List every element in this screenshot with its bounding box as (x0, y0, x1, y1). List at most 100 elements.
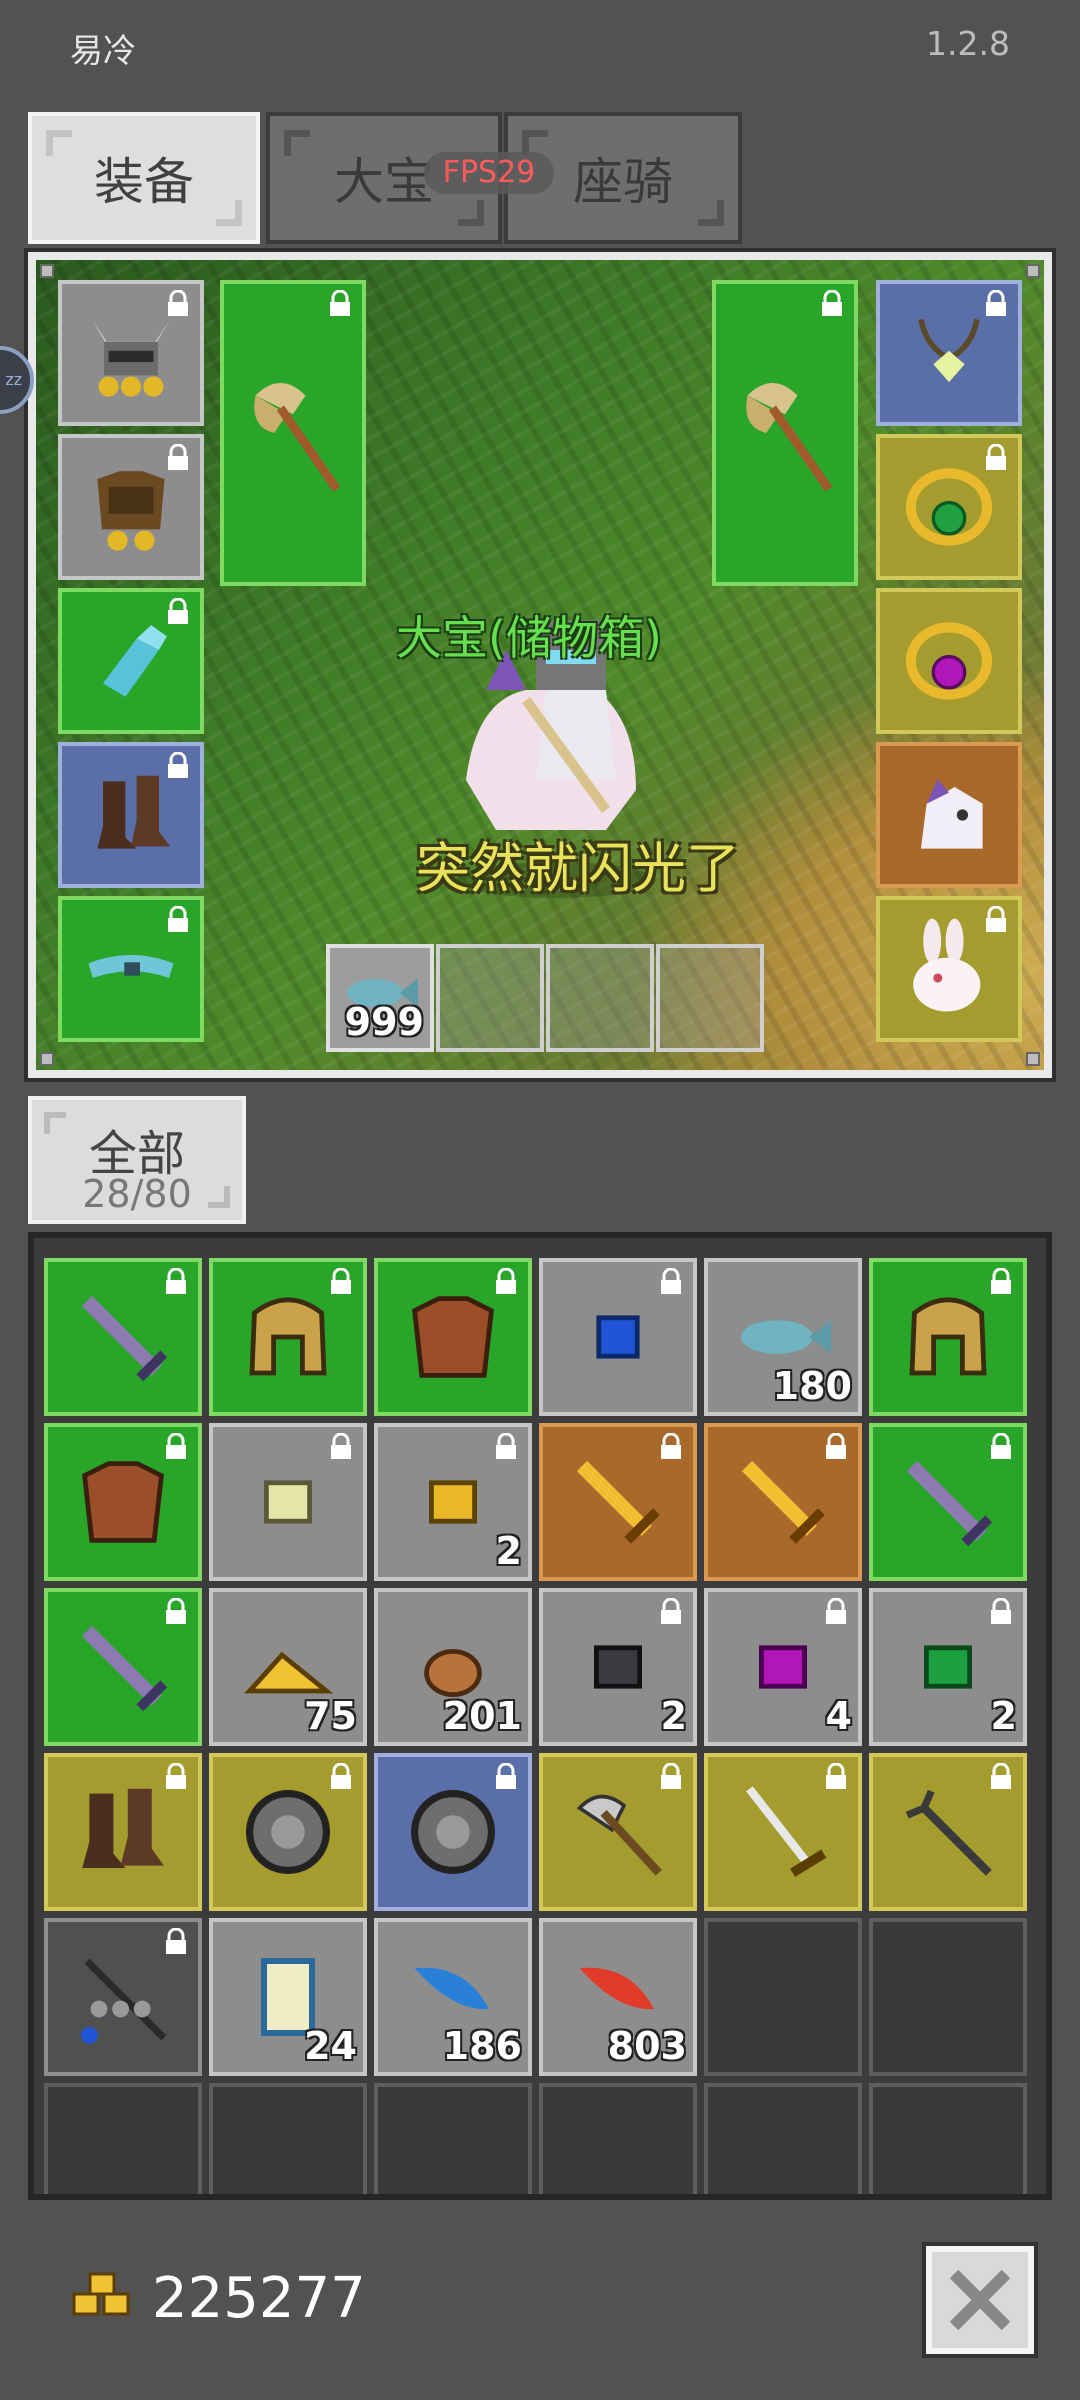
equipment-scene: 大宝(储物箱) 突然就闪光了 999 (24, 248, 1056, 1082)
lock-icon (826, 1763, 846, 1789)
hotbar-slot[interactable] (546, 944, 654, 1052)
inventory-slot[interactable] (44, 1588, 202, 1746)
inventory-slot[interactable] (44, 1753, 202, 1911)
equip-slot-necklace[interactable] (876, 280, 1022, 426)
equip-slot-ring-2[interactable] (876, 588, 1022, 734)
inventory-slot[interactable] (704, 1423, 862, 1581)
inventory-slot[interactable] (209, 1423, 367, 1581)
corner-decoration (216, 200, 242, 226)
inventory-slot[interactable] (539, 1258, 697, 1416)
item-quantity: 201 (442, 1694, 522, 1738)
double-axe-icon (746, 383, 833, 492)
frame-pin (1026, 1052, 1040, 1066)
equip-slot-boots[interactable] (58, 742, 204, 888)
inventory-slot[interactable] (704, 1918, 862, 2076)
lock-icon (826, 1433, 846, 1459)
inventory-slot[interactable]: 803 (539, 1918, 697, 2076)
equip-slot-gloves[interactable] (58, 588, 204, 734)
lock-icon (166, 1763, 186, 1789)
category-tab-all[interactable]: 全部 28/80 (28, 1096, 246, 1224)
inventory-slot[interactable] (704, 1753, 862, 1911)
inventory-panel: 180 2 75 201 2 4 2 24 186 803 (28, 1232, 1052, 2200)
gold-amount: 225277 (152, 2266, 366, 2331)
hotbar-slot[interactable]: 999 (326, 944, 434, 1052)
lock-icon (991, 1763, 1011, 1789)
inventory-slot[interactable] (539, 2083, 697, 2194)
equip-slot-helmet[interactable] (58, 280, 204, 426)
frame-pin (40, 264, 54, 278)
item-quantity: 186 (442, 2024, 522, 2068)
inventory-slot[interactable] (539, 1753, 697, 1911)
inventory-slot[interactable]: 24 (209, 1918, 367, 2076)
equip-slot-off-weapon[interactable] (712, 280, 858, 586)
inventory-slot[interactable] (539, 1423, 697, 1581)
item-quantity: 75 (304, 1694, 357, 1738)
unicorn-mount-icon (921, 779, 983, 849)
inventory-slot[interactable] (869, 1423, 1027, 1581)
inventory-slot[interactable] (869, 1918, 1027, 2076)
inventory-slot[interactable] (209, 2083, 367, 2194)
lock-icon (166, 1928, 186, 1954)
lock-icon (661, 1598, 681, 1624)
status-bar: 易冷 1.2.8 (0, 0, 1080, 90)
inventory-slot[interactable]: 2 (869, 1588, 1027, 1746)
inventory-slot[interactable] (44, 2083, 202, 2194)
inventory-slot[interactable]: 2 (374, 1423, 532, 1581)
hotbar-slot[interactable] (656, 944, 764, 1052)
inventory-slot[interactable] (869, 1258, 1027, 1416)
tab-label: 装备 (94, 154, 194, 210)
corner-decoration (698, 200, 724, 226)
pet-name-label: 大宝(储物箱) (396, 611, 662, 665)
inventory-slot[interactable] (374, 2083, 532, 2194)
equip-slot-ring-1[interactable] (876, 434, 1022, 580)
close-button[interactable] (922, 2242, 1038, 2358)
lock-icon (168, 906, 188, 932)
lock-icon (822, 290, 842, 316)
inventory-slot[interactable] (209, 1753, 367, 1911)
lock-icon (166, 1433, 186, 1459)
inventory-slot[interactable] (44, 1258, 202, 1416)
tab-equipment[interactable]: 装备 (28, 112, 260, 244)
inventory-slot[interactable]: 4 (704, 1588, 862, 1746)
inventory-slot[interactable] (704, 2083, 862, 2194)
lock-icon (986, 906, 1006, 932)
inventory-slot[interactable]: 2 (539, 1588, 697, 1746)
equip-slot-pet[interactable] (876, 896, 1022, 1042)
item-quantity: 180 (772, 1364, 852, 1408)
lock-icon (496, 1268, 516, 1294)
inventory-slot[interactable]: 186 (374, 1918, 532, 2076)
equip-slot-belt[interactable] (58, 896, 204, 1042)
item-quantity: 4 (825, 1694, 852, 1738)
tab-label: 大宝 (334, 154, 434, 210)
corner-decoration (458, 200, 484, 226)
lock-icon (166, 1268, 186, 1294)
inventory-slot[interactable] (44, 1423, 202, 1581)
lock-icon (331, 1268, 351, 1294)
inventory-slot[interactable] (374, 1258, 532, 1416)
lock-icon (986, 444, 1006, 470)
lock-icon (991, 1598, 1011, 1624)
inventory-slot[interactable] (209, 1258, 367, 1416)
equip-slot-mount[interactable] (876, 742, 1022, 888)
item-quantity: 803 (607, 2024, 687, 2068)
inventory-slot[interactable]: 180 (704, 1258, 862, 1416)
inventory-slot[interactable] (869, 2083, 1027, 2194)
equip-slot-armor[interactable] (58, 434, 204, 580)
double-axe-icon (254, 383, 341, 492)
lock-icon (168, 752, 188, 778)
inventory-slot[interactable] (374, 1753, 532, 1911)
lock-icon (168, 598, 188, 624)
item-quantity: 2 (660, 1694, 687, 1738)
equip-slot-main-weapon[interactable] (220, 280, 366, 586)
lock-icon (166, 1598, 186, 1624)
lock-icon (991, 1433, 1011, 1459)
version-label: 1.2.8 (926, 24, 1010, 63)
player-name: 易冷 (70, 31, 136, 70)
item-quantity: 999 (344, 1000, 424, 1044)
hotbar-slot[interactable] (436, 944, 544, 1052)
inventory-slot[interactable]: 75 (209, 1588, 367, 1746)
corner-decoration (208, 1186, 230, 1208)
inventory-slot[interactable]: 201 (374, 1588, 532, 1746)
inventory-slot[interactable] (44, 1918, 202, 2076)
inventory-slot[interactable] (869, 1753, 1027, 1911)
